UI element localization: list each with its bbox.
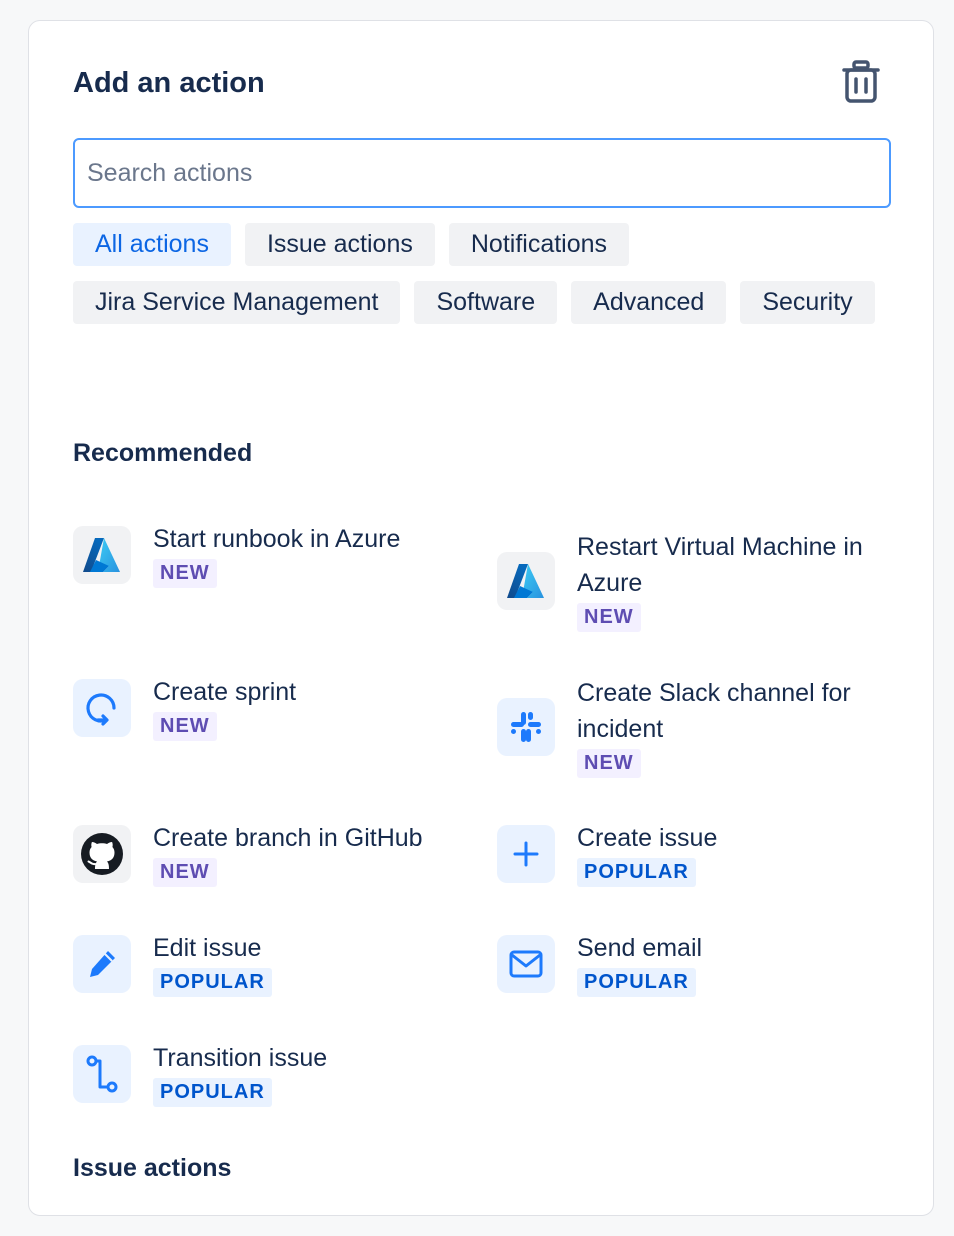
action-start-runbook-azure[interactable]: Start runbook in Azure NEW (73, 521, 453, 588)
azure-logo-icon (497, 551, 555, 610)
filter-notifications[interactable]: Notifications (448, 223, 630, 266)
github-logo-icon (73, 824, 131, 883)
delete-button[interactable] (839, 59, 883, 105)
new-badge: NEW (577, 603, 641, 632)
action-name: Send email (577, 934, 703, 962)
action-name: Start runbook in Azure (153, 525, 401, 553)
popular-badge: POPULAR (577, 968, 696, 997)
search-input[interactable] (73, 138, 891, 208)
new-badge: NEW (153, 559, 217, 588)
new-badge: NEW (153, 712, 217, 741)
panel-title: Add an action (73, 67, 265, 99)
action-create-branch-github[interactable]: Create branch in GitHub NEW (73, 820, 473, 887)
plus-icon (497, 824, 555, 883)
add-action-panel: Add an action All actions Issue actions … (28, 20, 934, 1216)
section-issue-actions: Issue actions (73, 1154, 232, 1182)
action-name: Transition issue (153, 1044, 328, 1072)
pencil-icon (73, 934, 131, 993)
new-badge: NEW (577, 749, 641, 778)
trash-icon (842, 60, 880, 103)
email-icon (497, 934, 555, 993)
action-send-email[interactable]: Send email POPULAR (497, 930, 897, 997)
action-name: Create Slack channel for incident (577, 679, 851, 743)
filter-issue-actions[interactable]: Issue actions (244, 223, 435, 266)
filter-chips: All actions Issue actions Notifications … (73, 223, 893, 324)
section-recommended: Recommended (73, 439, 253, 467)
action-create-sprint[interactable]: Create sprint NEW (73, 674, 453, 741)
popular-badge: POPULAR (153, 1078, 272, 1107)
slack-logo-icon (497, 697, 555, 756)
action-transition-issue[interactable]: Transition issue POPULAR (73, 1040, 453, 1107)
action-edit-issue[interactable]: Edit issue POPULAR (73, 930, 453, 997)
sprint-icon (73, 678, 131, 737)
action-create-slack-channel[interactable]: Create Slack channel for incident NEW (497, 675, 897, 778)
filter-jira-service-management[interactable]: Jira Service Management (73, 281, 401, 324)
filter-security[interactable]: Security (740, 281, 875, 324)
filter-all-actions[interactable]: All actions (73, 223, 231, 266)
action-restart-vm-azure[interactable]: Restart Virtual Machine in Azure NEW (497, 529, 897, 632)
action-name: Edit issue (153, 934, 262, 962)
action-name: Restart Virtual Machine in Azure (577, 533, 863, 597)
azure-logo-icon (73, 525, 131, 584)
new-badge: NEW (153, 858, 217, 887)
filter-advanced[interactable]: Advanced (571, 281, 727, 324)
filter-software[interactable]: Software (414, 281, 558, 324)
popular-badge: POPULAR (153, 968, 272, 997)
transition-icon (73, 1044, 131, 1103)
action-name: Create branch in GitHub (153, 824, 423, 852)
action-create-issue[interactable]: Create issue POPULAR (497, 820, 897, 887)
action-name: Create issue (577, 824, 718, 852)
popular-badge: POPULAR (577, 858, 696, 887)
action-name: Create sprint (153, 678, 297, 706)
